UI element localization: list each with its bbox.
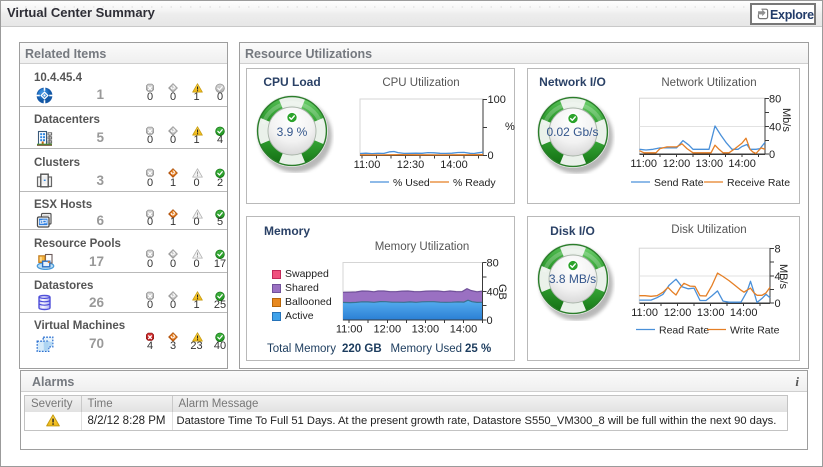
svg-text:Send Rate: Send Rate (654, 177, 704, 189)
svg-text:11:00: 11:00 (336, 324, 363, 336)
svg-text:12:00: 12:00 (663, 158, 691, 170)
svg-text:Receive Rate: Receive Rate (727, 177, 790, 189)
svg-text:% Used: % Used (393, 177, 430, 189)
svg-text:80: 80 (487, 258, 499, 270)
svg-text:14:00: 14:00 (728, 158, 756, 170)
svg-text:14:00: 14:00 (730, 307, 758, 319)
svg-text:0: 0 (769, 149, 775, 161)
svg-text:13:00: 13:00 (697, 307, 725, 319)
svg-text:Read Rate: Read Rate (659, 325, 709, 337)
svg-text:14:00: 14:00 (440, 159, 468, 171)
svg-text:11:00: 11:00 (354, 159, 381, 171)
svg-text:100: 100 (488, 95, 506, 106)
svg-text:11:00: 11:00 (631, 307, 658, 319)
svg-text:14:00: 14:00 (450, 324, 478, 336)
svg-text:12:30: 12:30 (397, 159, 425, 171)
svg-text:% Ready: % Ready (453, 177, 496, 189)
svg-text:0: 0 (487, 315, 493, 327)
svg-text:80: 80 (769, 94, 781, 106)
svg-text:0: 0 (775, 298, 781, 310)
svg-text:13:00: 13:00 (696, 158, 724, 170)
svg-text:12:00: 12:00 (664, 307, 692, 319)
svg-text:11:00: 11:00 (630, 158, 657, 170)
svg-text:Write Rate: Write Rate (730, 325, 780, 337)
svg-text:12:00: 12:00 (374, 324, 402, 336)
svg-text:8: 8 (775, 244, 781, 256)
svg-text:0: 0 (488, 150, 494, 162)
svg-text:13:00: 13:00 (412, 324, 440, 336)
